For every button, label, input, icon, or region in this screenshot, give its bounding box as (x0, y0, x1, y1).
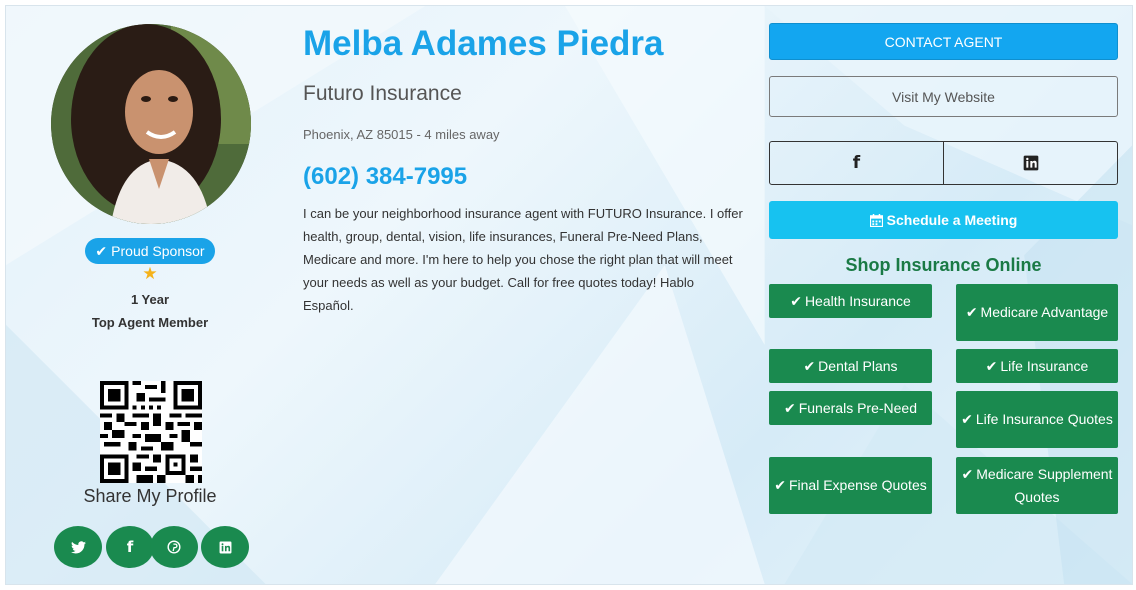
sponsor-label: Proud Sponsor (111, 243, 205, 259)
shop-item-label: Medicare Advantage (980, 304, 1109, 320)
shop-item-label: Medicare Supplement Quotes (976, 465, 1113, 505)
agent-name: Melba Adames Piedra (303, 24, 664, 63)
shop-item-label: Final Expense Quotes (788, 477, 927, 493)
linkedin-icon (1023, 155, 1038, 171)
share-facebook-button[interactable]: f (106, 526, 154, 568)
shop-item-label: Life Insurance Quotes (975, 411, 1113, 427)
membership-years: 1 Year (130, 292, 170, 307)
share-twitter-button[interactable] (54, 526, 102, 568)
shop-medicare-supplement-quotes-button[interactable]: ✔ Medicare Supplement Quotes (956, 457, 1118, 514)
linkedin-icon (219, 541, 231, 553)
twitter-icon (70, 540, 86, 553)
facebook-icon: f (126, 538, 134, 556)
check-icon: ✔ (961, 465, 974, 482)
shop-life-insurance-button[interactable]: ✔ Life Insurance (956, 349, 1118, 383)
agent-facebook-link[interactable]: f (770, 142, 943, 184)
shop-funerals-pre-need-button[interactable]: ✔ Funerals Pre-Need (769, 391, 932, 425)
check-icon: ✔ (803, 357, 816, 374)
check-icon: ✔ (774, 477, 786, 493)
share-pinterest-button[interactable] (150, 526, 198, 568)
share-linkedin-button[interactable] (201, 526, 249, 568)
shop-insurance-title: Shop Insurance Online (845, 255, 1042, 275)
shop-health-insurance-button[interactable]: ✔ Health Insurance (769, 284, 932, 318)
check-icon: ✔ (985, 357, 998, 374)
agent-profile-card: ✔ Proud Sponsor ★ 1 Year Top Agent Membe… (5, 5, 1133, 585)
shop-item-label: Life Insurance (1000, 357, 1089, 374)
shop-medicare-advantage-button[interactable]: ✔ Medicare Advantage (956, 284, 1118, 341)
shop-item-label: Health Insurance (804, 292, 911, 309)
agent-photo (51, 24, 251, 224)
check-icon: ✔ (965, 304, 978, 320)
agent-location: Phoenix, AZ 85015 - 4 miles away (303, 127, 500, 142)
schedule-meeting-button[interactable]: Schedule a Meeting (769, 201, 1118, 239)
agent-company: Futuro Insurance (303, 82, 462, 105)
proud-sponsor-badge: ✔ Proud Sponsor (85, 238, 215, 264)
check-icon: ✔ (961, 411, 973, 427)
agent-linkedin-link[interactable] (943, 142, 1117, 184)
pinterest-icon (167, 540, 181, 554)
shop-life-insurance-quotes-button[interactable]: ✔ Life Insurance Quotes (956, 391, 1118, 448)
visit-website-button[interactable]: Visit My Website (769, 76, 1118, 117)
check-icon: ✔ (790, 292, 802, 309)
shop-final-expense-quotes-button[interactable]: ✔ Final Expense Quotes (769, 457, 932, 514)
check-icon: ✔ (95, 242, 108, 259)
calendar-icon (869, 213, 883, 227)
facebook-icon: f (852, 153, 861, 173)
schedule-meeting-label: Schedule a Meeting (886, 212, 1018, 228)
profile-qr-code[interactable] (100, 381, 202, 483)
agent-social-links: f (769, 141, 1118, 185)
membership-level: Top Agent Member (91, 315, 209, 330)
agent-avatar (51, 24, 251, 224)
agent-phone[interactable]: (602) 384-7995 (303, 163, 467, 191)
shop-item-label: Dental Plans (818, 357, 898, 374)
share-profile-label: Share My Profile (83, 486, 217, 506)
agent-bio: I can be your neighborhood insurance age… (303, 206, 743, 313)
shop-item-label: Funerals Pre-Need (798, 399, 917, 416)
star-icon: ★ (142, 264, 158, 283)
contact-agent-button[interactable]: CONTACT AGENT (769, 23, 1118, 60)
shop-dental-plans-button[interactable]: ✔ Dental Plans (769, 349, 932, 383)
check-icon: ✔ (783, 399, 796, 416)
qr-code-graphic (100, 381, 202, 483)
